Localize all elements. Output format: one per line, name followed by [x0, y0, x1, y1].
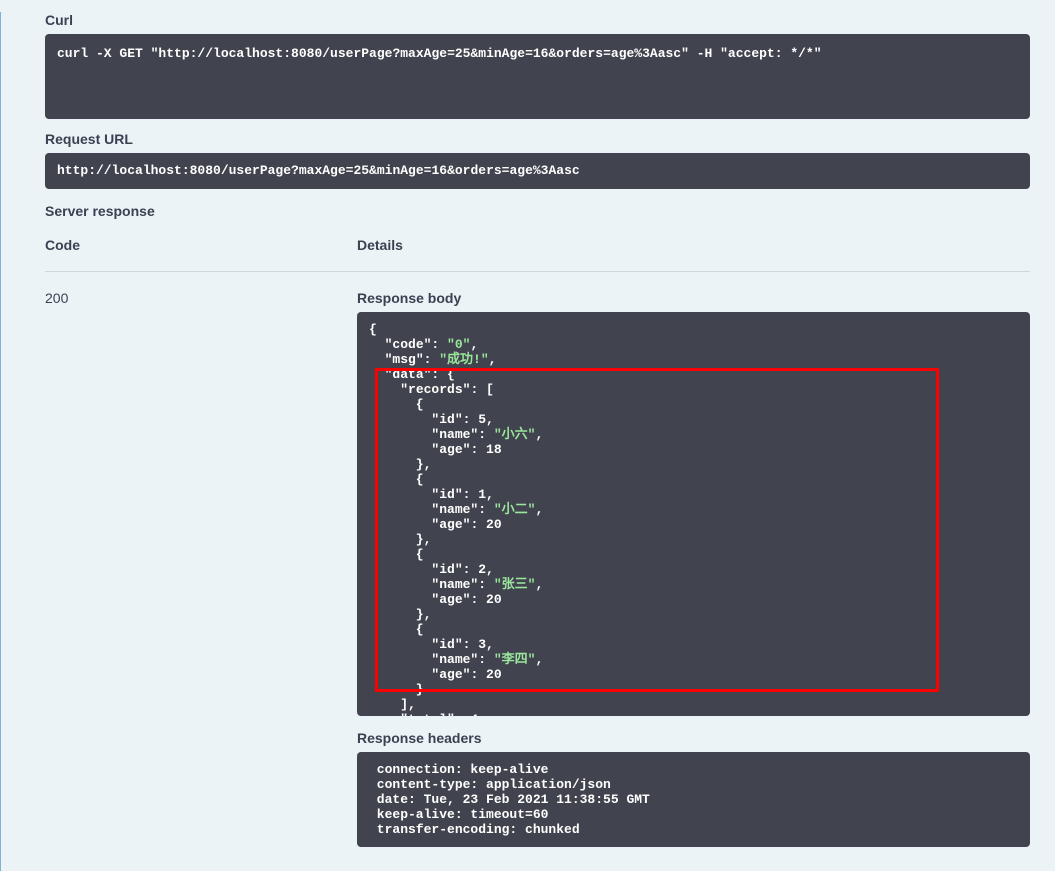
request-url-block[interactable]: http://localhost:8080/userPage?maxAge=25…: [45, 153, 1030, 189]
response-headers-block[interactable]: connection: keep-alive content-type: app…: [357, 752, 1030, 847]
code-column-header: Code: [45, 225, 357, 265]
response-body-block[interactable]: { "code": "0", "msg": "成功!", "data": { "…: [357, 312, 1030, 716]
status-code: 200: [45, 272, 357, 306]
server-response-heading: Server response: [45, 203, 1030, 219]
response-body-label: Response body: [357, 290, 1030, 306]
curl-command-block[interactable]: curl -X GET "http://localhost:8080/userP…: [45, 34, 1030, 119]
request-url-heading: Request URL: [45, 131, 1030, 147]
response-headers-label: Response headers: [357, 730, 1030, 746]
details-column-header: Details: [357, 225, 1030, 265]
curl-heading: Curl: [45, 12, 1030, 28]
